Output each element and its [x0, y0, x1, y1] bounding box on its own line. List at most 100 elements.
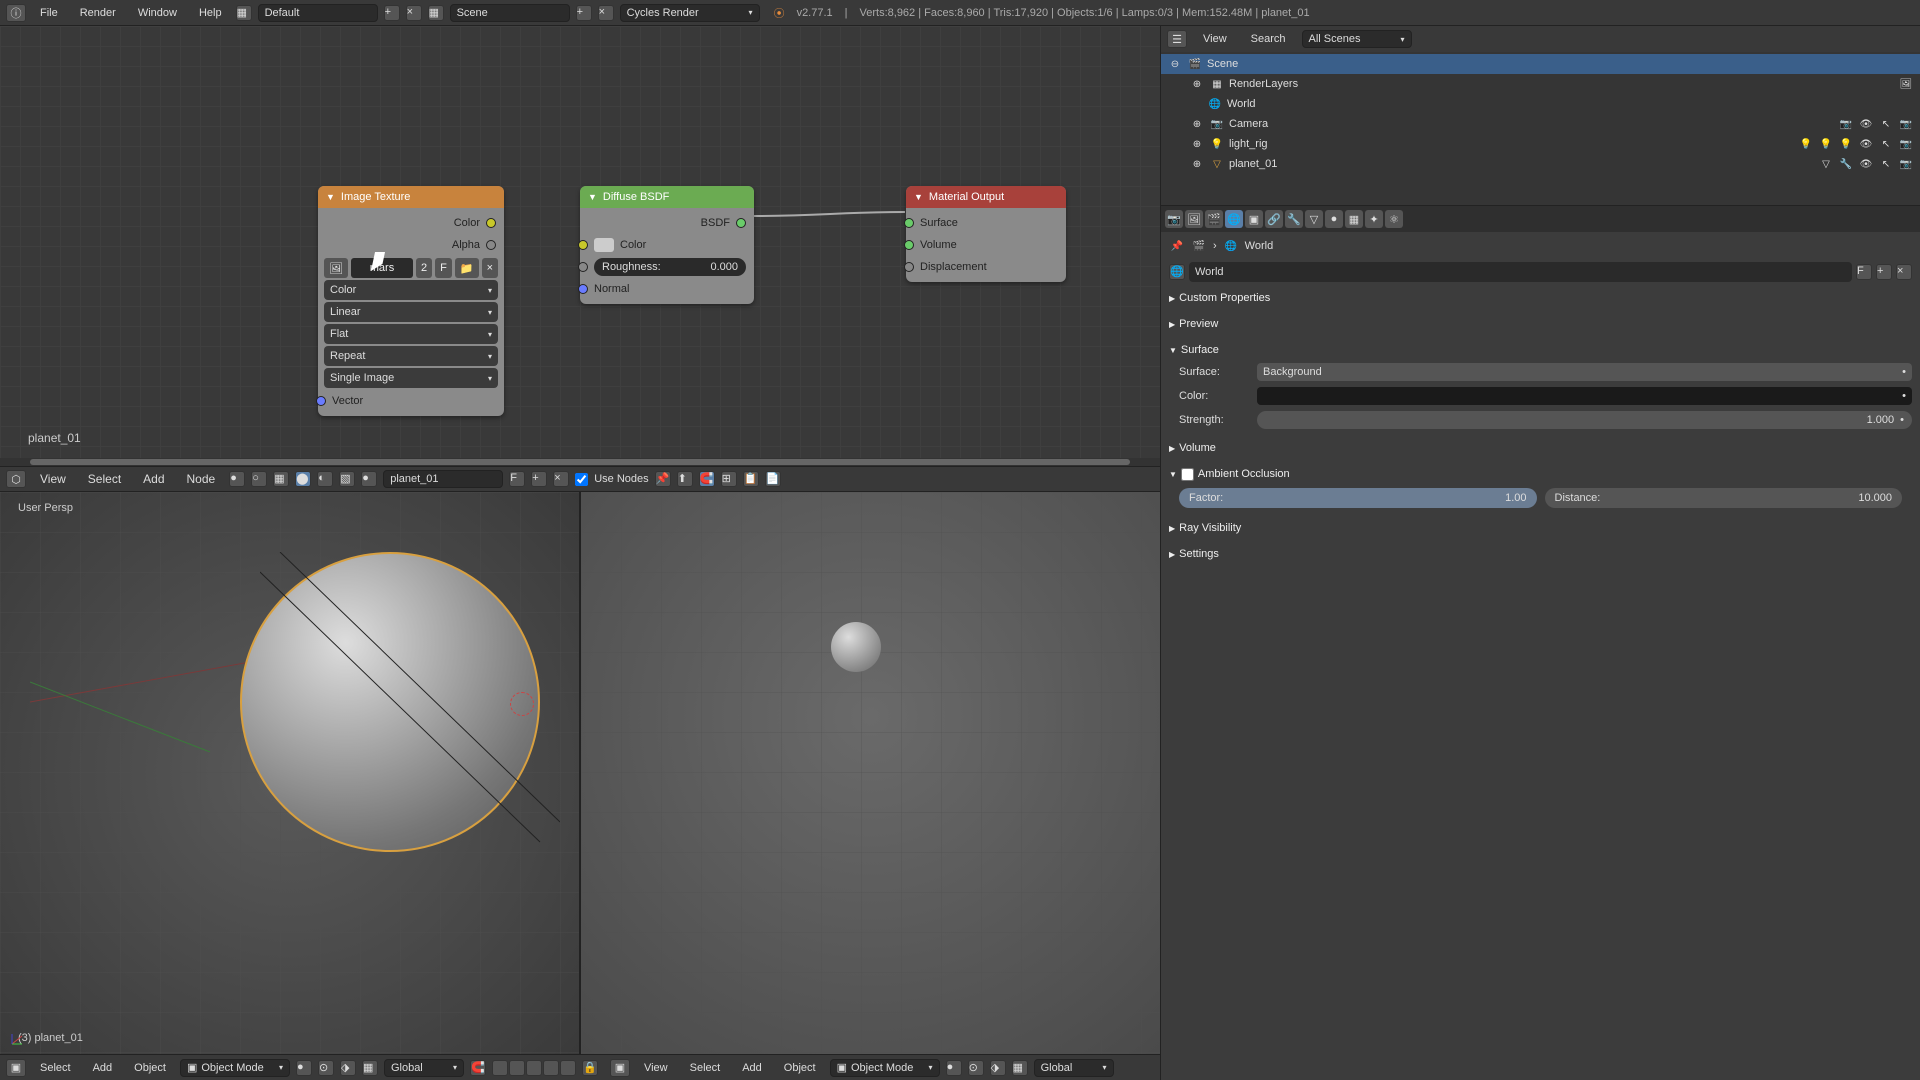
- world-color-swatch[interactable]: •: [1257, 387, 1912, 405]
- use-nodes-checkbox[interactable]: [575, 473, 588, 486]
- interpolation-dropdown[interactable]: Linear▾: [324, 302, 498, 322]
- menu-window[interactable]: Window: [130, 7, 185, 19]
- tree-type-shader-icon[interactable]: ⬤: [295, 471, 311, 487]
- view3d-type-icon[interactable]: ▣: [6, 1059, 26, 1077]
- panel-settings[interactable]: ▶Settings: [1169, 544, 1912, 564]
- shader-type-object-icon[interactable]: ●: [229, 471, 245, 487]
- outliner-item-lightrig[interactable]: ⊕💡light_rig💡💡💡👁↖📷: [1161, 134, 1920, 154]
- scene-browse-icon[interactable]: ▦: [428, 5, 444, 21]
- v3d-menu-object[interactable]: Object: [776, 1062, 824, 1074]
- tab-scene-icon[interactable]: 🎬: [1205, 210, 1223, 228]
- layout-browse-icon[interactable]: ▦: [236, 5, 252, 21]
- tab-texture-icon[interactable]: ▦: [1345, 210, 1363, 228]
- scene-dropdown[interactable]: Scene: [450, 4, 570, 22]
- paste-nodes-icon[interactable]: 📄: [765, 471, 781, 487]
- node-editor-type-icon[interactable]: ⬡: [6, 470, 26, 488]
- renderlayers-icon[interactable]: 🖼: [1898, 76, 1914, 92]
- layer-btn[interactable]: [560, 1060, 576, 1076]
- 3d-view-left[interactable]: User Persp (3) planet_01: [0, 492, 579, 1054]
- material-fake-user[interactable]: F: [509, 471, 525, 487]
- layer-btn[interactable]: [543, 1060, 559, 1076]
- scene-remove-icon[interactable]: ×: [598, 5, 614, 21]
- orientation-dropdown[interactable]: Global▾: [1034, 1059, 1114, 1077]
- orientation-dropdown[interactable]: Global▾: [384, 1059, 464, 1077]
- material-remove-icon[interactable]: ×: [553, 471, 569, 487]
- manipulator-icon[interactable]: ⬗: [340, 1060, 356, 1076]
- input-socket-roughness[interactable]: [578, 262, 588, 272]
- image-unlink-icon[interactable]: ×: [482, 258, 498, 278]
- source-dropdown[interactable]: Single Image▾: [324, 368, 498, 388]
- camera-icon[interactable]: 📷: [1838, 116, 1854, 132]
- image-users[interactable]: 2: [416, 258, 432, 278]
- node-editor[interactable]: ▼Image Texture Color Alpha 🖼 mars 2 F 📁 …: [0, 26, 1160, 466]
- mode-dropdown[interactable]: ▣ Object Mode▾: [830, 1059, 940, 1077]
- menu-render[interactable]: Render: [72, 7, 124, 19]
- roughness-slider[interactable]: Roughness:0.000: [594, 258, 746, 276]
- input-socket-displacement[interactable]: [904, 262, 914, 272]
- snap-icon[interactable]: 🧲: [470, 1060, 486, 1076]
- cursor-icon[interactable]: ↖: [1878, 136, 1894, 152]
- panel-surface[interactable]: ▼Surface: [1169, 340, 1912, 360]
- outliner-type-icon[interactable]: ☰: [1167, 30, 1187, 48]
- outliner-filter-dropdown[interactable]: All Scenes▾: [1302, 30, 1412, 48]
- lamp-icon[interactable]: 💡: [1818, 136, 1834, 152]
- snap-toggle-icon[interactable]: 🧲: [699, 471, 715, 487]
- world-fake-user[interactable]: F: [1856, 264, 1872, 280]
- eye-icon[interactable]: 👁: [1858, 116, 1874, 132]
- pivot-icon[interactable]: ⊙: [318, 1060, 334, 1076]
- render-icon[interactable]: 📷: [1898, 136, 1914, 152]
- modifier-icon[interactable]: 🔧: [1838, 156, 1854, 172]
- panel-volume[interactable]: ▶Volume: [1169, 438, 1912, 458]
- input-socket-normal[interactable]: [578, 284, 588, 294]
- output-socket-alpha[interactable]: [486, 240, 496, 250]
- input-socket-color[interactable]: [578, 240, 588, 250]
- image-open-icon[interactable]: 📁: [455, 258, 479, 278]
- input-socket-vector[interactable]: [316, 396, 326, 406]
- cursor-icon[interactable]: ↖: [1878, 116, 1894, 132]
- panel-ray-visibility[interactable]: ▶Ray Visibility: [1169, 518, 1912, 538]
- world-browse-icon[interactable]: 🌐: [1169, 264, 1185, 280]
- material-name-field[interactable]: planet_01: [383, 470, 503, 488]
- 3d-view-right[interactable]: [581, 492, 1160, 1054]
- strength-slider[interactable]: 1.000•: [1257, 411, 1912, 429]
- mode-dropdown[interactable]: ▣ Object Mode▾: [180, 1059, 290, 1077]
- lamp-icon[interactable]: 💡: [1838, 136, 1854, 152]
- output-socket-color[interactable]: [486, 218, 496, 228]
- v3d-menu-view[interactable]: View: [636, 1062, 676, 1074]
- manipulator-icon[interactable]: ⬗: [990, 1060, 1006, 1076]
- scene-breadcrumb-icon[interactable]: 🎬: [1191, 238, 1207, 254]
- view3d-type-icon[interactable]: ▣: [610, 1059, 630, 1077]
- tab-render-layers-icon[interactable]: 🖼: [1185, 210, 1203, 228]
- snap-element-icon[interactable]: ⊞: [721, 471, 737, 487]
- outliner-item-renderlayers[interactable]: ⊕▦RenderLayers🖼: [1161, 74, 1920, 94]
- layers-icon[interactable]: ▦: [362, 1060, 378, 1076]
- lamp-icon[interactable]: 💡: [1798, 136, 1814, 152]
- tree-type-compositor-icon[interactable]: ◐: [317, 471, 333, 487]
- v3d-menu-select[interactable]: Select: [32, 1062, 79, 1074]
- pivot-icon[interactable]: ⊙: [968, 1060, 984, 1076]
- v3d-menu-add[interactable]: Add: [734, 1062, 770, 1074]
- go-parent-icon[interactable]: ⬆: [677, 471, 693, 487]
- eye-icon[interactable]: 👁: [1858, 136, 1874, 152]
- shader-type-world-icon[interactable]: ○: [251, 471, 267, 487]
- world-add-icon[interactable]: +: [1876, 264, 1892, 280]
- render-icon[interactable]: 📷: [1898, 156, 1914, 172]
- tab-data-icon[interactable]: ▽: [1305, 210, 1323, 228]
- material-browse-icon[interactable]: ●: [361, 471, 377, 487]
- tab-object-icon[interactable]: ▣: [1245, 210, 1263, 228]
- tab-particles-icon[interactable]: ✦: [1365, 210, 1383, 228]
- color-space-dropdown[interactable]: Color▾: [324, 280, 498, 300]
- node-diffuse-bsdf[interactable]: ▼Diffuse BSDF BSDF Color Roughness:0.000…: [580, 186, 754, 304]
- layout-add-icon[interactable]: +: [384, 5, 400, 21]
- output-socket-bsdf[interactable]: [736, 218, 746, 228]
- tab-modifiers-icon[interactable]: 🔧: [1285, 210, 1303, 228]
- ne-menu-add[interactable]: Add: [135, 472, 172, 486]
- outliner-item-camera[interactable]: ⊕📷Camera📷👁↖📷: [1161, 114, 1920, 134]
- material-add-icon[interactable]: +: [531, 471, 547, 487]
- ao-factor-slider[interactable]: Factor:1.00: [1179, 488, 1537, 508]
- extension-dropdown[interactable]: Repeat▾: [324, 346, 498, 366]
- v3d-menu-select[interactable]: Select: [682, 1062, 729, 1074]
- v3d-menu-add[interactable]: Add: [85, 1062, 121, 1074]
- world-unlink-icon[interactable]: ×: [1896, 264, 1912, 280]
- ao-distance-slider[interactable]: Distance:10.000: [1545, 488, 1903, 508]
